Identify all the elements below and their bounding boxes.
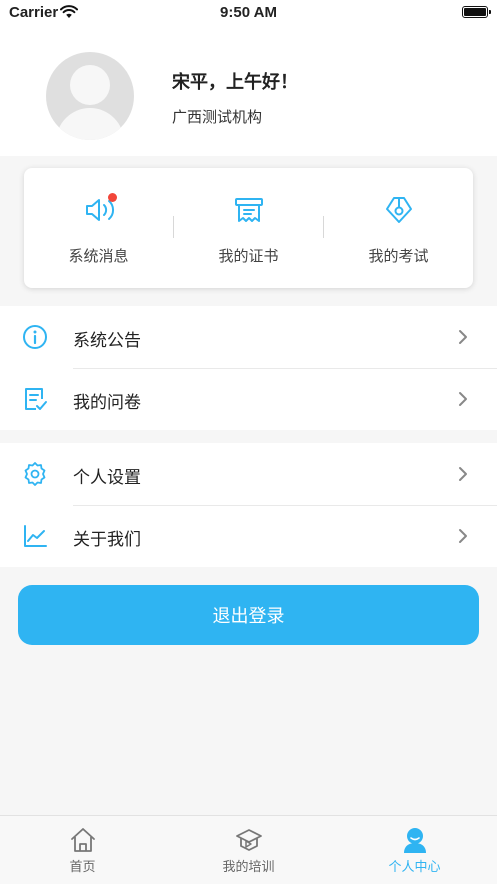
- menu-item-label: 个人设置: [73, 468, 141, 488]
- greeting-text: 宋平，上午好！: [172, 72, 298, 93]
- chart-line-icon: [24, 525, 47, 547]
- menu-item-label: 关于我们: [73, 530, 141, 550]
- my-certificates-button[interactable]: 我的证书: [174, 168, 323, 288]
- unread-badge: [108, 193, 117, 202]
- menu-item-questionnaires[interactable]: 我的问卷: [0, 368, 497, 430]
- tab-personal-center[interactable]: 个人中心: [332, 816, 497, 884]
- menu-item-about-us[interactable]: 关于我们: [0, 505, 497, 567]
- avatar[interactable]: [46, 52, 134, 140]
- quick-action-label: 系统消息: [68, 247, 129, 265]
- gear-icon: [24, 462, 46, 486]
- quick-action-label: 我的考试: [368, 247, 429, 265]
- chevron-right-icon: [459, 529, 467, 543]
- tab-label: 个人中心: [388, 860, 441, 875]
- quick-action-label: 我的证书: [218, 247, 279, 265]
- quick-actions-card: 系统消息 我的证书 我的考试: [24, 168, 473, 288]
- home-icon: [71, 828, 95, 852]
- battery-icon: [462, 6, 491, 18]
- system-messages-button[interactable]: 系统消息: [24, 168, 173, 288]
- tab-home[interactable]: 首页: [0, 816, 165, 884]
- info-icon: [23, 325, 47, 349]
- pen-nib-icon: [386, 197, 412, 223]
- tab-label: 首页: [69, 860, 96, 875]
- menu-group-2: 个人设置 关于我们: [0, 443, 497, 567]
- chevron-right-icon: [459, 330, 467, 344]
- profile-header: 宋平，上午好！ 广西测试机构: [0, 26, 497, 156]
- logout-button[interactable]: 退出登录: [18, 585, 479, 645]
- menu-item-settings[interactable]: 个人设置: [0, 443, 497, 505]
- tab-bar: 首页 我的培训 个人中心: [0, 815, 497, 884]
- certificate-icon: [235, 198, 263, 222]
- graduation-cap-icon: [236, 829, 262, 851]
- menu-item-label: 系统公告: [73, 331, 141, 351]
- organization-name: 广西测试机构: [172, 108, 263, 126]
- menu-item-label: 我的问卷: [73, 393, 141, 413]
- status-time: 9:50 AM: [220, 4, 277, 21]
- status-bar: Carrier 9:50 AM: [0, 0, 497, 26]
- user-icon: [404, 828, 426, 853]
- chevron-right-icon: [459, 467, 467, 481]
- questionnaire-icon: [25, 388, 47, 410]
- menu-group-1: 系统公告 我的问卷: [0, 306, 497, 430]
- tab-my-training[interactable]: 我的培训: [166, 816, 331, 884]
- my-exams-button[interactable]: 我的考试: [324, 168, 473, 288]
- tab-label: 我的培训: [222, 860, 275, 875]
- menu-item-announcements[interactable]: 系统公告: [0, 306, 497, 368]
- chevron-right-icon: [459, 392, 467, 406]
